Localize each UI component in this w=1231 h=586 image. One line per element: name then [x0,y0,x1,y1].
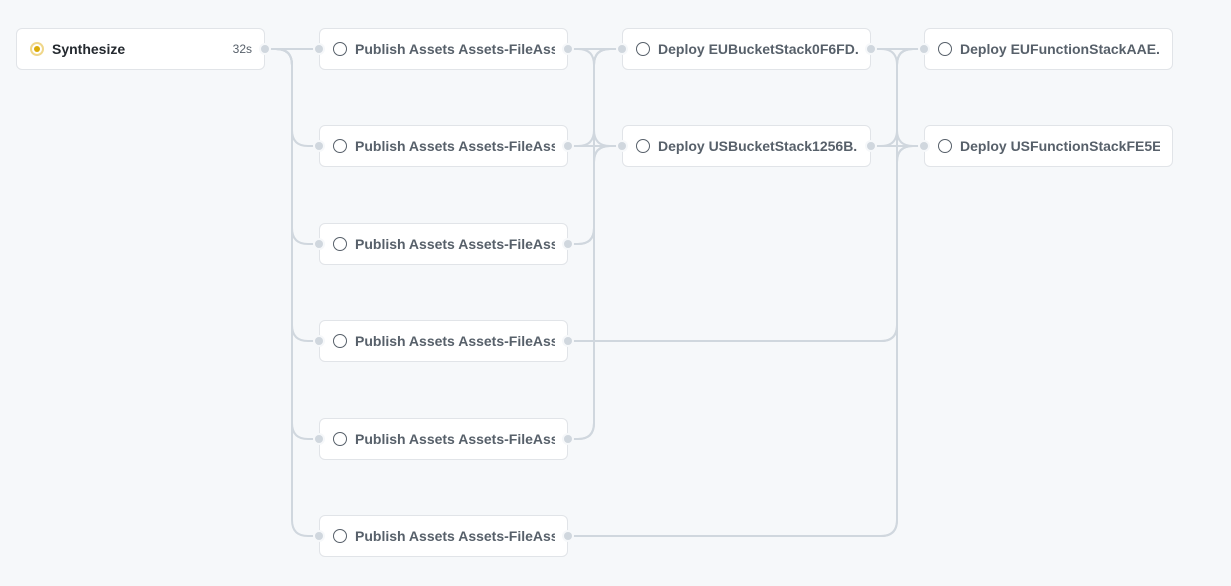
job-node-pa1[interactable]: Publish Assets Assets-FileAss... [315,28,572,70]
in-progress-status-icon [30,42,44,56]
input-port-icon [315,337,323,345]
output-port-icon [564,435,572,443]
edge-synth-to-pa6 [269,48,315,537]
edge-pa6-to-euf [572,48,920,537]
job-node-usf[interactable]: Deploy USFunctionStackFE5E... [920,125,1173,167]
output-port-icon [564,142,572,150]
pending-status-icon [333,42,347,56]
job-label: Publish Assets Assets-FileAss... [355,236,555,252]
pending-status-icon [636,139,650,153]
job-node-synth[interactable]: Synthesize 32s [16,28,269,70]
job-node-euf[interactable]: Deploy EUFunctionStackAAE... [920,28,1173,70]
pending-status-icon [333,237,347,251]
input-port-icon [315,45,323,53]
job-label: Deploy USFunctionStackFE5E... [960,138,1160,154]
job-node-eub[interactable]: Deploy EUBucketStack0F6FD... [618,28,875,70]
job-node-pa4[interactable]: Publish Assets Assets-FileAss... [315,320,572,362]
job-label: Deploy EUFunctionStackAAE... [960,41,1160,57]
input-port-icon [618,45,626,53]
output-port-icon [867,142,875,150]
job-label: Publish Assets Assets-FileAss... [355,431,555,447]
job-label: Synthesize [52,41,126,57]
output-port-icon [564,532,572,540]
input-port-icon [315,240,323,248]
pending-status-icon [333,529,347,543]
pending-status-icon [938,42,952,56]
output-port-icon [564,45,572,53]
workflow-graph: Synthesize 32s Publish Assets Assets-FileA… [0,0,1231,586]
output-port-icon [867,45,875,53]
edge-eub-to-usf [875,48,920,147]
job-node-pa5[interactable]: Publish Assets Assets-FileAss... [315,418,572,460]
input-port-icon [920,45,928,53]
pending-status-icon [333,139,347,153]
dependency-edges [269,48,920,537]
input-port-icon [920,142,928,150]
job-label: Publish Assets Assets-FileAss... [355,138,555,154]
edge-pa4-to-usf [572,145,920,342]
input-port-icon [315,142,323,150]
job-node-pa6[interactable]: Publish Assets Assets-FileAss... [315,515,572,557]
job-label: Deploy EUBucketStack0F6FD... [658,41,858,57]
job-node-usb[interactable]: Deploy USBucketStack1256B... [618,125,875,167]
pending-status-icon [938,139,952,153]
job-label: Publish Assets Assets-FileAss... [355,41,555,57]
pending-status-icon [333,432,347,446]
edge-pa5-to-usb [572,145,618,440]
job-label: Publish Assets Assets-FileAss... [355,333,555,349]
output-port-icon [261,45,269,53]
edge-pa4-to-euf [572,48,920,342]
pending-status-icon [333,334,347,348]
output-port-icon [564,337,572,345]
job-node-pa2[interactable]: Publish Assets Assets-FileAss... [315,125,572,167]
job-label: Deploy USBucketStack1256B... [658,138,858,154]
job-node-pa3[interactable]: Publish Assets Assets-FileAss... [315,223,572,265]
job-duration: 32s [232,42,252,56]
input-port-icon [315,532,323,540]
input-port-icon [315,435,323,443]
output-port-icon [564,240,572,248]
pending-status-icon [636,42,650,56]
job-label: Publish Assets Assets-FileAss... [355,528,555,544]
input-port-icon [618,142,626,150]
